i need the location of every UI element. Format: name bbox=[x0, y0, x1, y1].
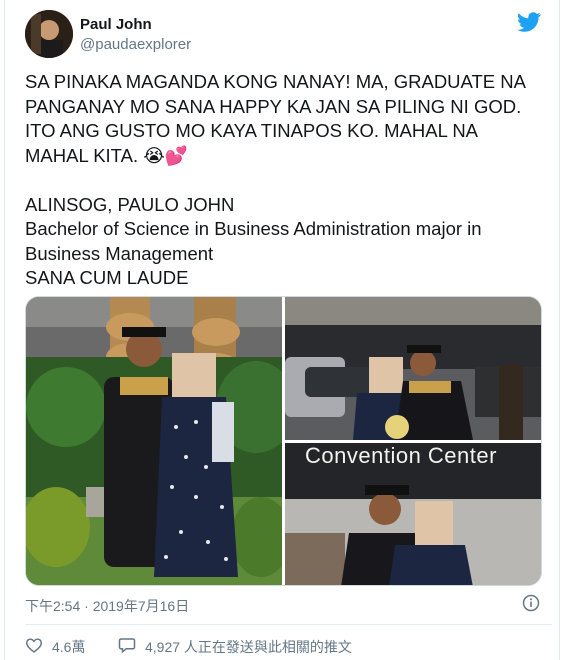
convention-center-sign-text: Convention Center bbox=[305, 443, 497, 468]
photo-outside-convention[interactable] bbox=[285, 297, 541, 440]
related-tweets-link[interactable]: 4,927 人正在發送與此相關的推文 bbox=[145, 637, 352, 657]
info-icon[interactable] bbox=[522, 594, 540, 612]
twitter-bird-icon[interactable] bbox=[516, 10, 542, 34]
media-grid: Convention Center bbox=[25, 296, 542, 586]
heart-icon[interactable] bbox=[25, 637, 43, 653]
tweet-timestamp[interactable]: 下午2:54 · 2019年7月16日 bbox=[25, 596, 189, 616]
photo-convention-center-sign[interactable]: Convention Center bbox=[285, 443, 541, 585]
divider bbox=[25, 624, 552, 625]
like-count[interactable]: 4.6萬 bbox=[52, 637, 85, 657]
tweet-text: SA PINAKA MAGANDA KONG NANAY! MA, GRADUA… bbox=[25, 71, 525, 288]
reply-bubble-icon[interactable] bbox=[118, 636, 136, 654]
avatar[interactable] bbox=[25, 10, 73, 58]
display-name[interactable]: Paul John bbox=[80, 16, 152, 33]
photo-graduate-garden[interactable] bbox=[26, 297, 282, 585]
user-handle[interactable]: @paudaexplorer bbox=[80, 36, 191, 53]
